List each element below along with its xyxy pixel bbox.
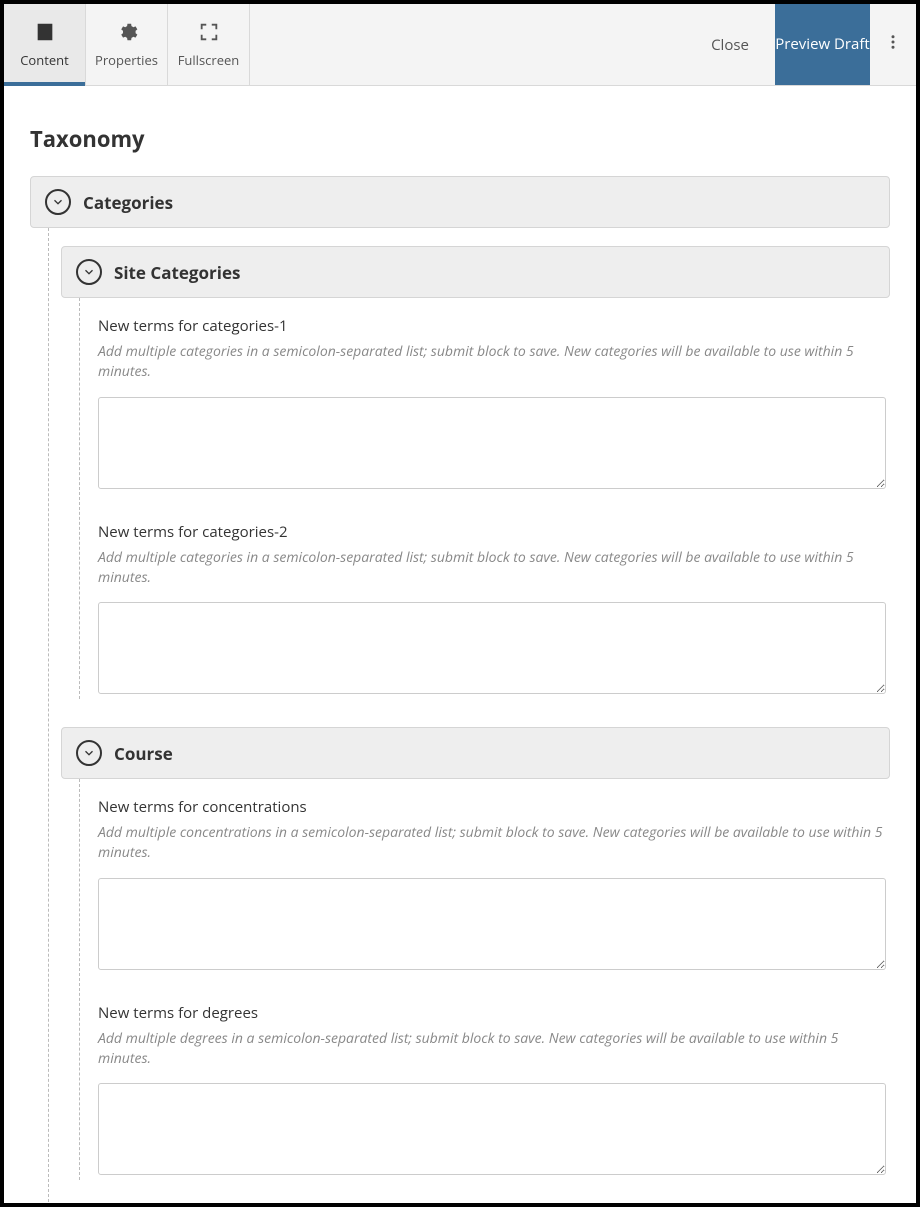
chevron-down-icon xyxy=(76,259,102,285)
section-categories-body: Site Categories New terms for categories… xyxy=(48,228,890,1203)
section-site-categories-body: New terms for categories-1 Add multiple … xyxy=(79,298,890,699)
field-categories-1-label: New terms for categories-1 xyxy=(98,316,886,336)
tab-content-label: Content xyxy=(20,51,69,69)
fullscreen-icon xyxy=(198,21,220,47)
field-concentrations-label: New terms for concentrations xyxy=(98,797,886,817)
tab-content[interactable]: Content xyxy=(4,4,86,85)
field-categories-2-input[interactable] xyxy=(98,602,886,694)
toolbar-spacer xyxy=(250,4,685,85)
tab-fullscreen-label: Fullscreen xyxy=(178,51,240,69)
editor-window: Content Properties Fullscreen Close Prev… xyxy=(0,0,920,1207)
page-title: Taxonomy xyxy=(30,124,890,154)
field-degrees-label: New terms for degrees xyxy=(98,1003,886,1023)
field-categories-1-input[interactable] xyxy=(98,397,886,489)
section-categories-title: Categories xyxy=(83,191,173,214)
kebab-icon xyxy=(884,33,902,56)
close-button-label: Close xyxy=(711,35,749,55)
field-concentrations-hint: Add multiple concentrations in a semicol… xyxy=(98,823,886,864)
section-course-header[interactable]: Course xyxy=(61,727,890,779)
section-course-body: New terms for concentrations Add multipl… xyxy=(79,779,890,1180)
section-course: Course New terms for concentrations Add … xyxy=(61,727,890,1180)
tab-properties[interactable]: Properties xyxy=(86,4,168,85)
chevron-down-icon xyxy=(76,740,102,766)
field-degrees-input[interactable] xyxy=(98,1083,886,1175)
field-categories-2-hint: Add multiple categories in a semicolon-s… xyxy=(98,548,886,589)
section-categories: Categories Site Categories New terms for… xyxy=(30,176,890,1203)
close-button[interactable]: Close xyxy=(685,4,775,85)
more-menu-button[interactable] xyxy=(870,4,916,85)
field-degrees-hint: Add multiple degrees in a semicolon-sepa… xyxy=(98,1029,886,1070)
preview-draft-button-label: Preview Draft xyxy=(775,35,870,55)
field-categories-2: New terms for categories-2 Add multiple … xyxy=(98,522,890,700)
field-concentrations: New terms for concentrations Add multipl… xyxy=(98,797,890,975)
preview-draft-button[interactable]: Preview Draft xyxy=(775,4,870,85)
field-concentrations-input[interactable] xyxy=(98,878,886,970)
section-course-title: Course xyxy=(114,742,173,765)
gear-icon xyxy=(116,21,138,47)
field-categories-1: New terms for categories-1 Add multiple … xyxy=(98,316,890,494)
content-body: Taxonomy Categories Site Categories xyxy=(4,86,916,1203)
section-site-categories: Site Categories New terms for categories… xyxy=(61,246,890,699)
tab-fullscreen[interactable]: Fullscreen xyxy=(168,4,250,85)
section-site-categories-title: Site Categories xyxy=(114,261,240,284)
tab-properties-label: Properties xyxy=(95,51,158,69)
field-degrees: New terms for degrees Add multiple degre… xyxy=(98,1003,890,1181)
field-categories-2-label: New terms for categories-2 xyxy=(98,522,886,542)
doc-icon xyxy=(34,21,56,47)
field-categories-1-hint: Add multiple categories in a semicolon-s… xyxy=(98,342,886,383)
editor-toolbar: Content Properties Fullscreen Close Prev… xyxy=(4,4,916,86)
section-categories-header[interactable]: Categories xyxy=(30,176,890,228)
chevron-down-icon xyxy=(45,189,71,215)
section-site-categories-header[interactable]: Site Categories xyxy=(61,246,890,298)
